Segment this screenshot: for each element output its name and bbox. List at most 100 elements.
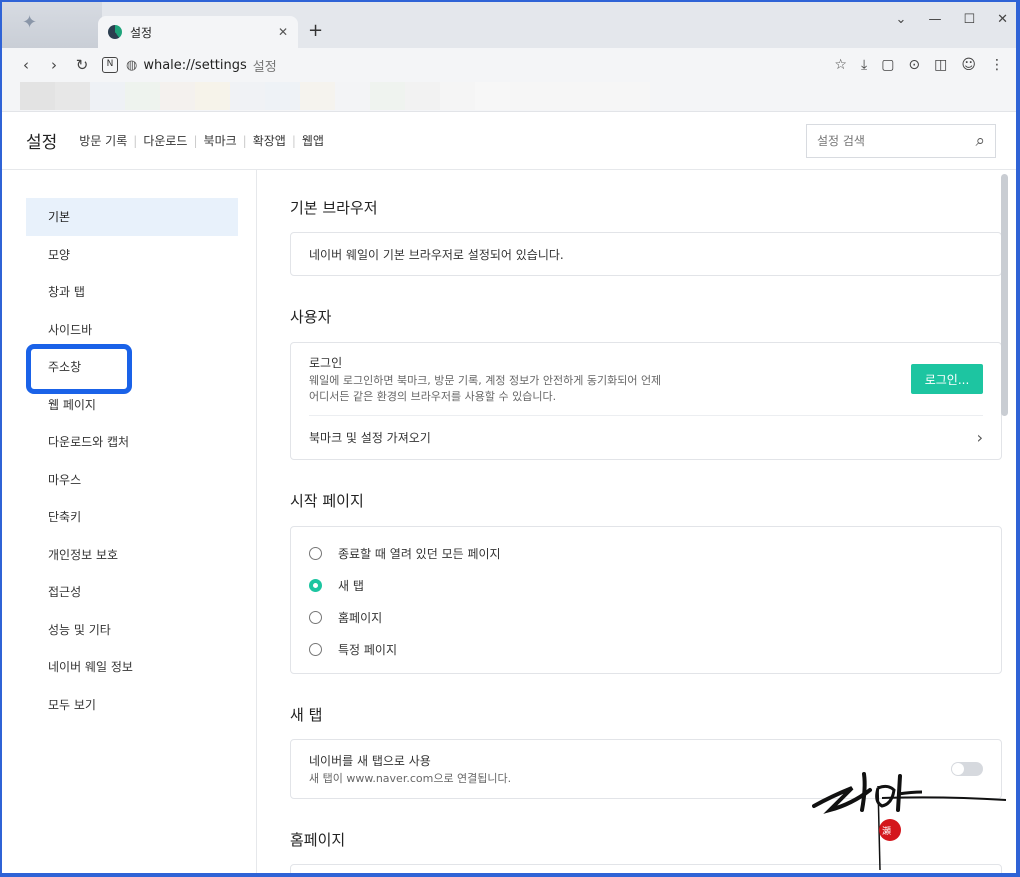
url-text: whale://settings: [143, 57, 247, 73]
window-controls: ⌄ — ☐ ✕: [896, 12, 1008, 27]
bookmark-item[interactable]: [370, 82, 405, 110]
address-bar[interactable]: ◍ whale://settings 설정: [126, 56, 834, 75]
bookmark-item[interactable]: [230, 82, 265, 110]
tab-strip: ✦ 설정 ✕ + ⌄ — ☐ ✕: [2, 2, 1016, 48]
bookmark-item[interactable]: [160, 82, 195, 110]
startup-option-label: 특정 페이지: [338, 642, 398, 657]
import-bookmarks-label: 북마크 및 설정 가져오기: [309, 431, 431, 445]
capture-icon[interactable]: ▢: [881, 57, 894, 73]
startup-option-restore[interactable]: 종료할 때 열려 있던 모든 페이지: [309, 537, 983, 569]
sidebar-item-performance[interactable]: 성능 및 기타: [26, 611, 238, 649]
settings-sidebar: 기본 모양 창과 탭 사이드바 주소창 웹 페이지 다운로드와 캡처 마우스 단…: [26, 198, 238, 723]
sidebar-toggle-icon[interactable]: ◫: [934, 57, 947, 73]
bookmark-item[interactable]: [440, 82, 475, 110]
bookmark-item[interactable]: [125, 82, 160, 110]
naver-icon[interactable]: N: [102, 57, 118, 73]
sidebar-item-privacy[interactable]: 개인정보 보호: [26, 536, 238, 574]
sidebar-divider: [256, 170, 257, 873]
startup-card: 종료할 때 열려 있던 모든 페이지 새 탭 홈페이지 특정 페이지: [290, 526, 1002, 674]
profile-icon[interactable]: ☺: [961, 57, 976, 73]
nav-divider: |: [193, 133, 198, 148]
forward-icon[interactable]: ›: [42, 56, 66, 74]
sidebar-item-about[interactable]: 네이버 웨일 정보: [26, 648, 238, 686]
startup-option-specific[interactable]: 특정 페이지: [309, 633, 983, 665]
sidebar-item-mouse[interactable]: 마우스: [26, 461, 238, 499]
radio-icon: [309, 610, 322, 624]
sidebar-item-accessibility[interactable]: 접근성: [26, 573, 238, 611]
startup-option-label: 홈페이지: [338, 610, 383, 625]
header-nav: 방문 기록 | 다운로드 | 북마크 | 확장앱 | 웹앱: [79, 132, 324, 149]
naver-new-tab-desc: 새 탭이 www.naver.com으로 연결됩니다.: [309, 771, 512, 785]
radio-selected-icon: [309, 578, 322, 592]
sidebar-item-appearance[interactable]: 모양: [26, 236, 238, 274]
startup-option-homepage[interactable]: 홈페이지: [309, 601, 983, 633]
naver-new-tab-row: 네이버를 새 탭으로 사용 새 탭이 www.naver.com으로 연결됩니다…: [291, 740, 1001, 798]
bookmark-item[interactable]: [510, 82, 545, 110]
nav-bookmarks[interactable]: 북마크: [204, 132, 237, 149]
bookmark-item[interactable]: [405, 82, 440, 110]
bookmark-item[interactable]: [615, 82, 650, 110]
settings-search: ⌕: [806, 124, 996, 158]
nav-history[interactable]: 방문 기록: [79, 132, 127, 149]
menu-icon[interactable]: ⋮: [990, 57, 1004, 73]
scrollbar-thumb[interactable]: [1001, 174, 1008, 416]
naver-new-tab-toggle[interactable]: [951, 762, 983, 776]
import-bookmarks-row[interactable]: 북마크 및 설정 가져오기 ›: [291, 416, 1001, 459]
chevron-right-icon: ›: [976, 428, 983, 447]
nav-downloads[interactable]: 다운로드: [143, 132, 187, 149]
download-icon[interactable]: ⤓: [861, 57, 867, 73]
sidebar-item-sidebar[interactable]: 사이드바: [26, 311, 238, 349]
whale-url-icon: ◍: [126, 57, 138, 73]
annotation-highlight-box: [26, 344, 132, 394]
bookmark-item[interactable]: [55, 82, 90, 110]
radio-icon: [309, 546, 322, 560]
nav-divider: |: [242, 133, 247, 148]
bookmark-item[interactable]: [580, 82, 615, 110]
reload-icon[interactable]: ↻: [70, 56, 94, 74]
bookmark-item[interactable]: [195, 82, 230, 110]
new-tab-button[interactable]: +: [308, 20, 323, 41]
startup-option-new-tab[interactable]: 새 탭: [309, 569, 983, 601]
naver-new-tab-info: 네이버를 새 탭으로 사용 새 탭이 www.naver.com으로 연결됩니다…: [309, 752, 511, 787]
sidebar-item-download-capture[interactable]: 다운로드와 캡처: [26, 423, 238, 461]
minimize-icon[interactable]: —: [928, 12, 941, 27]
default-browser-card: 네이버 웨일이 기본 브라우저로 설정되어 있습니다.: [290, 232, 1002, 276]
tab-list-icon[interactable]: ⌄: [896, 12, 907, 27]
nav-extensions[interactable]: 확장앱: [253, 132, 286, 149]
sidebar-item-shortcuts[interactable]: 단축키: [26, 498, 238, 536]
close-window-icon[interactable]: ✕: [997, 12, 1008, 27]
section-title-user: 사용자: [290, 308, 332, 326]
tab-close-icon[interactable]: ✕: [278, 25, 288, 39]
sidebar-item-view-all[interactable]: 모두 보기: [26, 686, 238, 724]
new-tab-card: 네이버를 새 탭으로 사용 새 탭이 www.naver.com으로 연결됩니다…: [290, 739, 1002, 799]
settings-content: 기본 브라우저 네이버 웨일이 기본 브라우저로 설정되어 있습니다. 사용자 …: [290, 170, 1002, 873]
section-title-homepage: 홈페이지: [290, 831, 346, 849]
page-title: 설정: [26, 133, 58, 153]
bookmark-item[interactable]: [335, 82, 370, 110]
browser-window: ✦ 설정 ✕ + ⌄ — ☐ ✕ ‹ › ↻ N ◍ whale://setti…: [2, 2, 1016, 873]
user-card: 로그인 웨일에 로그인하면 북마크, 방문 기록, 계정 정보가 안전하게 동기…: [290, 342, 1002, 460]
tab-settings[interactable]: 설정 ✕: [98, 16, 298, 48]
bookmark-item[interactable]: [265, 82, 300, 110]
search-icon[interactable]: ⌕: [975, 131, 985, 151]
bookmark-item[interactable]: [90, 82, 125, 110]
back-icon[interactable]: ‹: [14, 56, 38, 74]
screenshot-icon[interactable]: ⊙: [908, 57, 920, 73]
bookmark-item[interactable]: [475, 82, 510, 110]
nav-divider: |: [133, 133, 138, 148]
sidebar-item-windows-tabs[interactable]: 창과 탭: [26, 273, 238, 311]
maximize-icon[interactable]: ☐: [963, 12, 975, 27]
bookmark-item[interactable]: [20, 82, 55, 110]
sidebar-item-basic[interactable]: 기본: [26, 198, 238, 236]
section-title-startup: 시작 페이지: [290, 492, 364, 510]
nav-webapps[interactable]: 웹앱: [302, 132, 324, 149]
bookmark-item[interactable]: [545, 82, 580, 110]
address-toolbar: ‹ › ↻ N ◍ whale://settings 설정 ☆ ⤓ ▢ ⊙ ◫ …: [2, 48, 1016, 82]
search-input[interactable]: [817, 134, 976, 148]
login-button[interactable]: 로그인...: [911, 364, 983, 394]
tab-strip-decoration: ✦: [2, 2, 102, 48]
default-browser-text: 네이버 웨일이 기본 브라우저로 설정되어 있습니다.: [309, 247, 564, 262]
bookmark-item[interactable]: [300, 82, 335, 110]
bookmark-star-icon[interactable]: ☆: [834, 57, 847, 73]
radio-icon: [309, 642, 322, 656]
